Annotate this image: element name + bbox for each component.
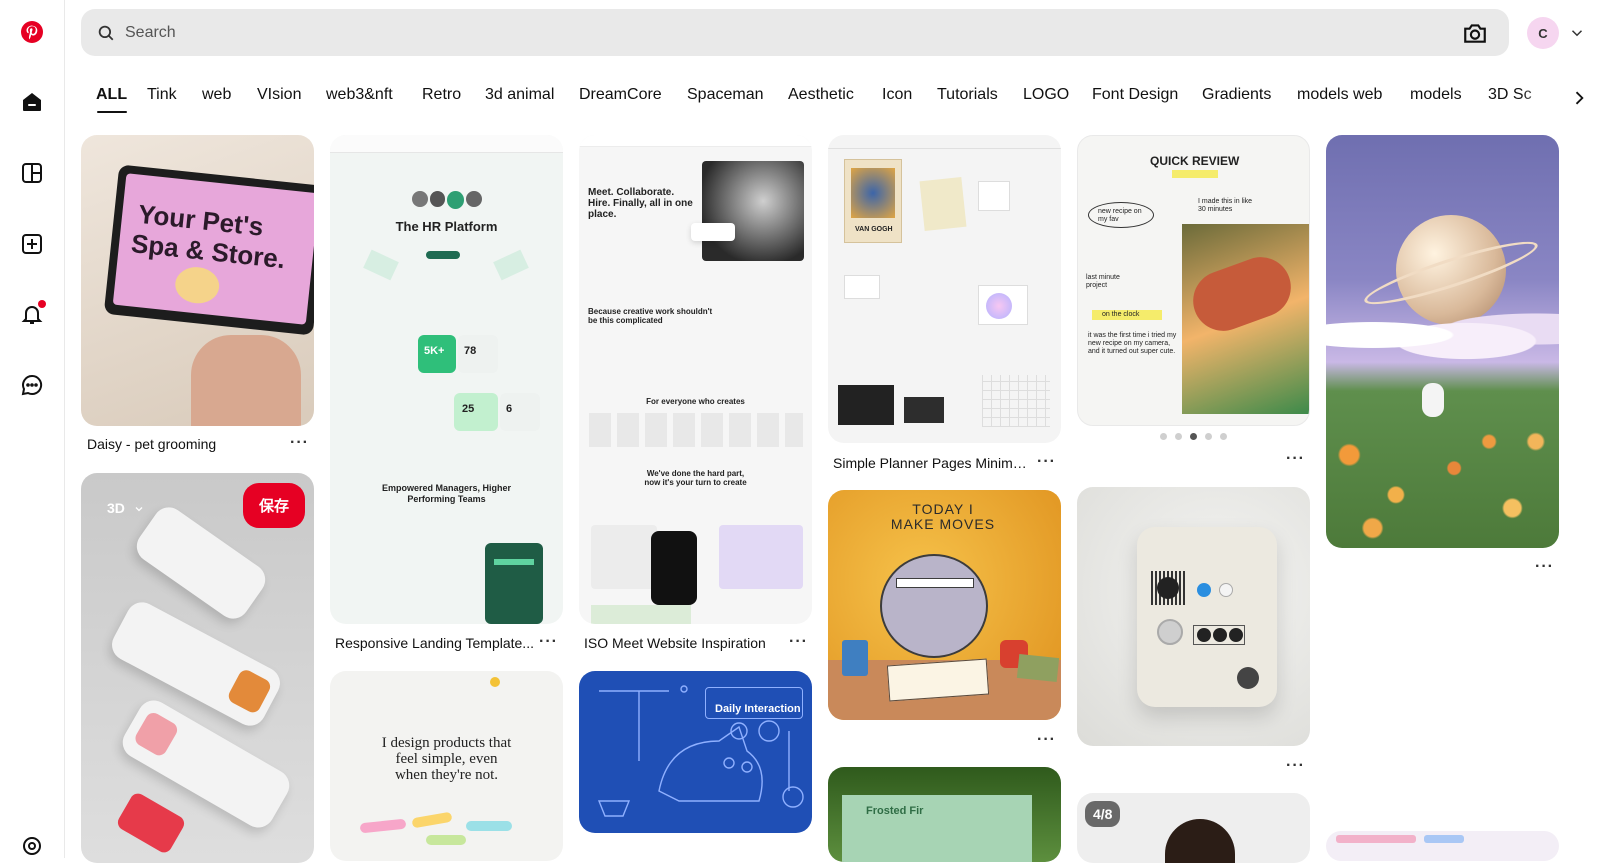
mock-nav [330, 135, 563, 153]
device-image [106, 596, 286, 732]
pin-quick-review[interactable]: QUICK REVIEW new recipe on my fav I made… [1077, 135, 1310, 426]
board-label[interactable]: 3D [107, 500, 125, 516]
pin-frosted-fir[interactable]: Frosted Fir [828, 767, 1061, 862]
chevron-down-icon[interactable] [133, 503, 145, 515]
pin-image-text: Because creative work shouldn't be this … [588, 307, 713, 325]
home-icon[interactable] [12, 82, 52, 122]
pin-image-text: TODAY I MAKE MOVES [890, 501, 996, 532]
pin-image-text: We've done the hard part, now it's your … [644, 469, 747, 487]
search-icon [98, 25, 114, 40]
pin-hr-platform[interactable]: The HR Platform 5K+ 78 25 6 Empowered Ma… [330, 135, 563, 624]
board-tabs: ALL Tink web VIsion web3&nft Retro 3d an… [88, 80, 1568, 120]
more-options-icon[interactable]: ··· [539, 634, 558, 650]
settings-icon[interactable] [12, 826, 52, 866]
more-options-icon[interactable]: ··· [1037, 732, 1056, 748]
pin-portrait[interactable]: 4/8 [1077, 793, 1310, 863]
pinterest-logo-icon[interactable] [12, 12, 52, 52]
camera-icon[interactable] [1457, 15, 1493, 51]
search-input[interactable] [125, 23, 1457, 42]
mock-card [485, 543, 543, 624]
poster-image: VAN GOGH [844, 159, 902, 243]
pin-simple-planner[interactable]: VAN GOGH [828, 135, 1061, 443]
pin-partial[interactable] [1326, 831, 1559, 861]
portrait-image [702, 161, 804, 261]
tab-retro[interactable]: Retro [422, 86, 461, 104]
more-options-icon[interactable]: ··· [789, 634, 808, 650]
pin-image-text: For everyone who creates [646, 397, 745, 406]
more-options-icon[interactable]: ··· [1286, 451, 1305, 467]
tab-tink[interactable]: Tink [147, 86, 177, 104]
pin-image-text: The HR Platform [395, 219, 498, 234]
carousel-indicator[interactable] [1160, 433, 1227, 440]
create-icon[interactable] [12, 224, 52, 264]
tab-font-design[interactable]: Font Design [1092, 86, 1178, 104]
pin-image-text: Frosted Fir [866, 805, 924, 817]
chat-icon[interactable] [12, 365, 52, 405]
pin-image-text: Meet. Collaborate. Hire. Finally, all in… [588, 187, 693, 220]
chevron-right-icon[interactable] [1565, 84, 1593, 112]
stat-card: 78 [458, 335, 498, 373]
tab-icon[interactable]: Icon [882, 86, 912, 104]
tab-web[interactable]: web [202, 86, 231, 104]
hand-image [191, 335, 301, 426]
tab-logo[interactable]: LOGO [1023, 86, 1069, 104]
pin-daisy-pet-grooming[interactable]: Your Pet's Spa & Store. [81, 135, 314, 426]
sidebar [0, 0, 65, 858]
explore-icon[interactable] [12, 153, 52, 193]
tab-models-web[interactable]: models web [1297, 86, 1382, 104]
more-options-icon[interactable]: ··· [290, 435, 309, 451]
tab-vision[interactable]: VIsion [257, 86, 301, 104]
tab-models[interactable]: models [1410, 86, 1462, 104]
carousel-count-badge: 4/8 [1085, 801, 1121, 827]
tab-spaceman[interactable]: Spaceman [687, 86, 764, 104]
pin-image-text: QUICK REVIEW [1150, 154, 1240, 168]
tab-3d-animal[interactable]: 3d animal [485, 86, 554, 104]
more-options-icon[interactable]: ··· [1535, 559, 1554, 575]
active-tab-indicator [97, 111, 127, 113]
pin-3d-device[interactable]: 3D 保存 [81, 473, 314, 863]
pedal-image [1137, 527, 1277, 707]
tab-dreamcore[interactable]: DreamCore [579, 86, 662, 104]
pin-synth-pedal[interactable] [1077, 487, 1310, 746]
avatar[interactable]: C [1527, 17, 1559, 49]
tab-all[interactable]: ALL [96, 86, 127, 104]
device-image [115, 790, 187, 856]
chevron-down-icon[interactable] [1568, 24, 1586, 42]
avatar-group [412, 191, 482, 209]
notification-dot [38, 300, 46, 308]
pin-title[interactable]: Daisy - pet grooming [87, 436, 267, 452]
search-bar[interactable] [81, 9, 1509, 56]
more-options-icon[interactable]: ··· [1037, 454, 1056, 470]
pin-daily-interaction[interactable]: Daily Interaction [579, 671, 812, 833]
photo-image [1182, 224, 1309, 414]
character-illustration [880, 554, 988, 658]
tab-aesthetic[interactable]: Aesthetic [788, 86, 854, 104]
pin-image-text: I design products that feel simple, even… [381, 735, 512, 783]
pin-designer-portfolio[interactable]: I design products that feel simple, even… [330, 671, 563, 861]
tab-web3nft[interactable]: web3&nft [326, 86, 393, 104]
tab-tutorials[interactable]: Tutorials [937, 86, 998, 104]
more-options-icon[interactable]: ··· [1286, 758, 1305, 774]
pin-image-text: Empowered Managers, Higher Performing Te… [381, 483, 512, 504]
pin-spaceman-flowers[interactable] [1326, 135, 1559, 548]
astronaut-image [1422, 383, 1444, 417]
pin-image-text: it was the first time i tried my new rec… [1088, 332, 1177, 355]
pin-today-make-moves[interactable]: TODAY I MAKE MOVES [828, 490, 1061, 720]
pin-title[interactable]: ISO Meet Website Inspiration [584, 635, 784, 651]
bell-icon[interactable] [12, 294, 52, 334]
stat-card: 6 [500, 393, 540, 431]
portrait-image [1165, 819, 1235, 863]
pin-title[interactable]: Responsive Landing Template... [335, 635, 535, 651]
stat-card: 25 [454, 393, 498, 431]
tab-gradients[interactable]: Gradients [1202, 86, 1271, 104]
laptop-image: Your Pet's Spa & Store. [103, 164, 314, 336]
save-button[interactable]: 保存 [243, 483, 306, 528]
pin-iso-meet[interactable]: Meet. Collaborate. Hire. Finally, all in… [579, 135, 812, 624]
pin-image-text: Daily Interaction [715, 703, 801, 715]
pin-title[interactable]: Simple Planner Pages Minimal... [833, 455, 1033, 471]
stat-card: 5K+ [418, 335, 456, 373]
pin-image-text: Spa & Store. [129, 228, 287, 275]
